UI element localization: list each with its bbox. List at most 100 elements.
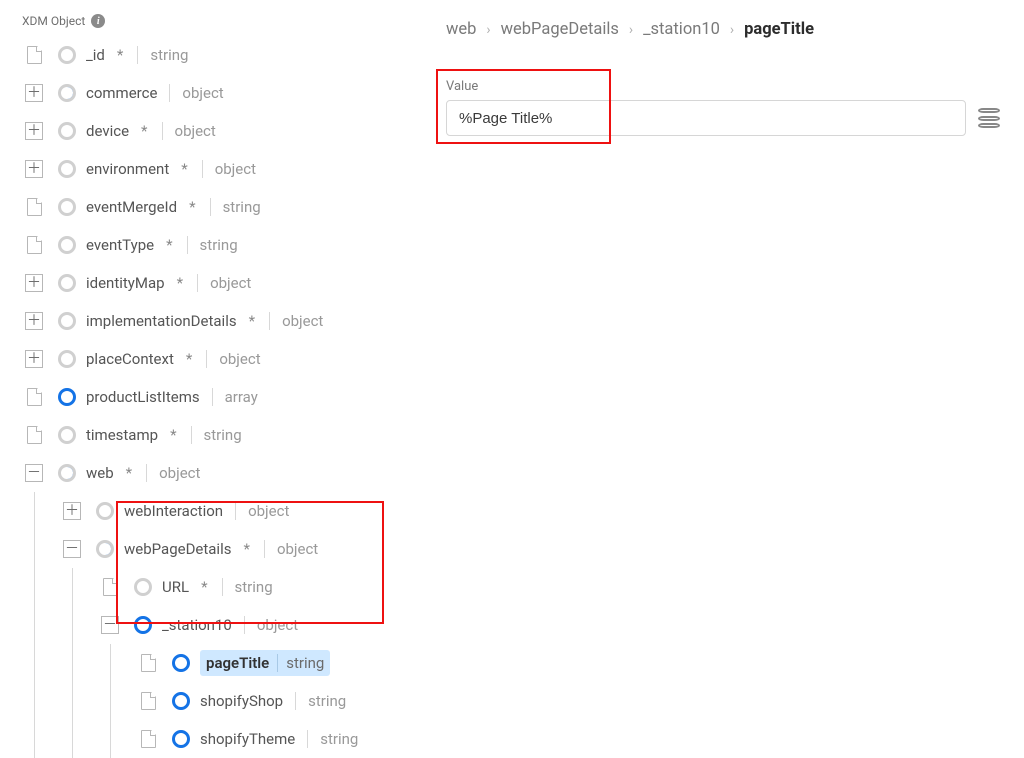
collapse-icon[interactable]: － (101, 616, 119, 634)
separator (191, 426, 192, 444)
status-indicator-partial (58, 464, 76, 482)
chevron-right-icon: › (730, 22, 734, 38)
selected-node[interactable]: pageTitlestring (200, 650, 330, 676)
expand-icon[interactable]: ＋ (25, 122, 43, 140)
tree-row[interactable]: ＋webInteractionobject (20, 492, 420, 530)
node-name: productListItems (86, 388, 200, 406)
breadcrumb-item: pageTitle (744, 20, 814, 39)
document-icon (27, 426, 42, 444)
tree-row[interactable]: pageTitlestring (20, 644, 420, 682)
separator (162, 122, 163, 140)
asterisk-icon: * (139, 122, 149, 140)
separator (197, 274, 198, 292)
node-type: string (223, 198, 261, 216)
status-indicator-partial (58, 84, 76, 102)
expand-icon[interactable]: ＋ (25, 312, 43, 330)
status-indicator-full (134, 616, 152, 634)
asterisk-icon: * (115, 46, 125, 64)
node-type: object (175, 122, 216, 140)
node-type: string (320, 730, 358, 748)
asterisk-icon: * (184, 350, 194, 368)
node-type: string (235, 578, 273, 596)
node-type: string (286, 654, 324, 672)
expand-icon[interactable]: ＋ (25, 274, 43, 292)
node-name: identityMap (86, 274, 165, 292)
database-icon[interactable] (978, 107, 1000, 129)
schema-tree: _id*string＋commerceobject＋device*object＋… (20, 36, 420, 758)
collapse-icon[interactable]: － (63, 540, 81, 558)
value-label: Value (446, 79, 1004, 94)
chevron-right-icon: › (486, 22, 490, 38)
node-type: object (257, 616, 298, 634)
indent-guide (58, 606, 86, 644)
tree-row[interactable]: productListItems array (20, 378, 420, 416)
document-icon (141, 730, 156, 748)
panel-header: XDM Object i (22, 14, 420, 28)
expand-icon[interactable]: ＋ (63, 502, 81, 520)
tree-row[interactable]: ＋ placeContext * object (20, 340, 420, 378)
asterisk-icon: * (247, 312, 257, 330)
indent-guide (96, 682, 124, 720)
expand-icon[interactable]: ＋ (25, 160, 43, 178)
panel-title: XDM Object (22, 14, 85, 28)
node-type: object (277, 540, 318, 558)
separator (264, 540, 265, 558)
status-indicator-empty (96, 502, 114, 520)
node-name: placeContext (86, 350, 174, 368)
separator (244, 616, 245, 634)
node-type: array (225, 388, 258, 406)
node-name: environment (86, 160, 169, 178)
tree-row[interactable]: －webPageDetails*object (20, 530, 420, 568)
tree-row[interactable]: －_station10object (20, 606, 420, 644)
indent-guide (20, 720, 48, 758)
indent-guide (58, 644, 86, 682)
breadcrumb-item[interactable]: webPageDetails (501, 20, 619, 39)
status-indicator-empty (58, 350, 76, 368)
expand-icon[interactable]: ＋ (25, 350, 43, 368)
tree-row[interactable]: ＋implementationDetails*object (20, 302, 420, 340)
separator (169, 84, 170, 102)
indent-guide (58, 568, 86, 606)
indent-guide (20, 568, 48, 606)
tree-row[interactable]: －web*object (20, 454, 420, 492)
tree-row[interactable]: URL*string (20, 568, 420, 606)
status-indicator-empty (58, 312, 76, 330)
expand-icon[interactable]: ＋ (25, 84, 43, 102)
node-type: object (215, 160, 256, 178)
separator (222, 578, 223, 596)
status-indicator-empty (58, 46, 76, 64)
status-indicator-empty (58, 426, 76, 444)
breadcrumb-item[interactable]: _station10 (643, 20, 720, 39)
info-icon[interactable]: i (91, 14, 105, 28)
asterisk-icon: * (164, 236, 174, 254)
separator (202, 160, 203, 178)
status-indicator-full (58, 388, 76, 406)
node-name: web (86, 464, 114, 482)
document-icon (27, 388, 42, 406)
asterisk-icon: * (187, 198, 197, 216)
node-type: object (219, 350, 260, 368)
document-icon (27, 198, 42, 216)
value-input[interactable] (446, 100, 966, 136)
tree-row[interactable]: ＋commerceobject (20, 74, 420, 112)
tree-row[interactable]: eventMergeId*string (20, 188, 420, 226)
tree-row[interactable]: _id*string (20, 36, 420, 74)
node-name: webInteraction (124, 502, 223, 520)
breadcrumb-item[interactable]: web (446, 20, 476, 39)
tree-row[interactable]: shopifyTheme string (20, 720, 420, 758)
node-name: timestamp (86, 426, 158, 444)
separator (277, 654, 278, 672)
tree-row[interactable]: ＋environment*object (20, 150, 420, 188)
tree-row[interactable]: shopifyShopstring (20, 682, 420, 720)
node-type: object (159, 464, 200, 482)
tree-row[interactable]: timestamp*string (20, 416, 420, 454)
status-indicator-empty (58, 160, 76, 178)
tree-row[interactable]: eventType*string (20, 226, 420, 264)
tree-row[interactable]: ＋identityMap*object (20, 264, 420, 302)
tree-row[interactable]: ＋device*object (20, 112, 420, 150)
indent-guide (20, 530, 48, 568)
node-name: implementationDetails (86, 312, 237, 330)
node-name: shopifyTheme (200, 730, 295, 748)
indent-guide (58, 720, 86, 758)
collapse-icon[interactable]: － (25, 464, 43, 482)
